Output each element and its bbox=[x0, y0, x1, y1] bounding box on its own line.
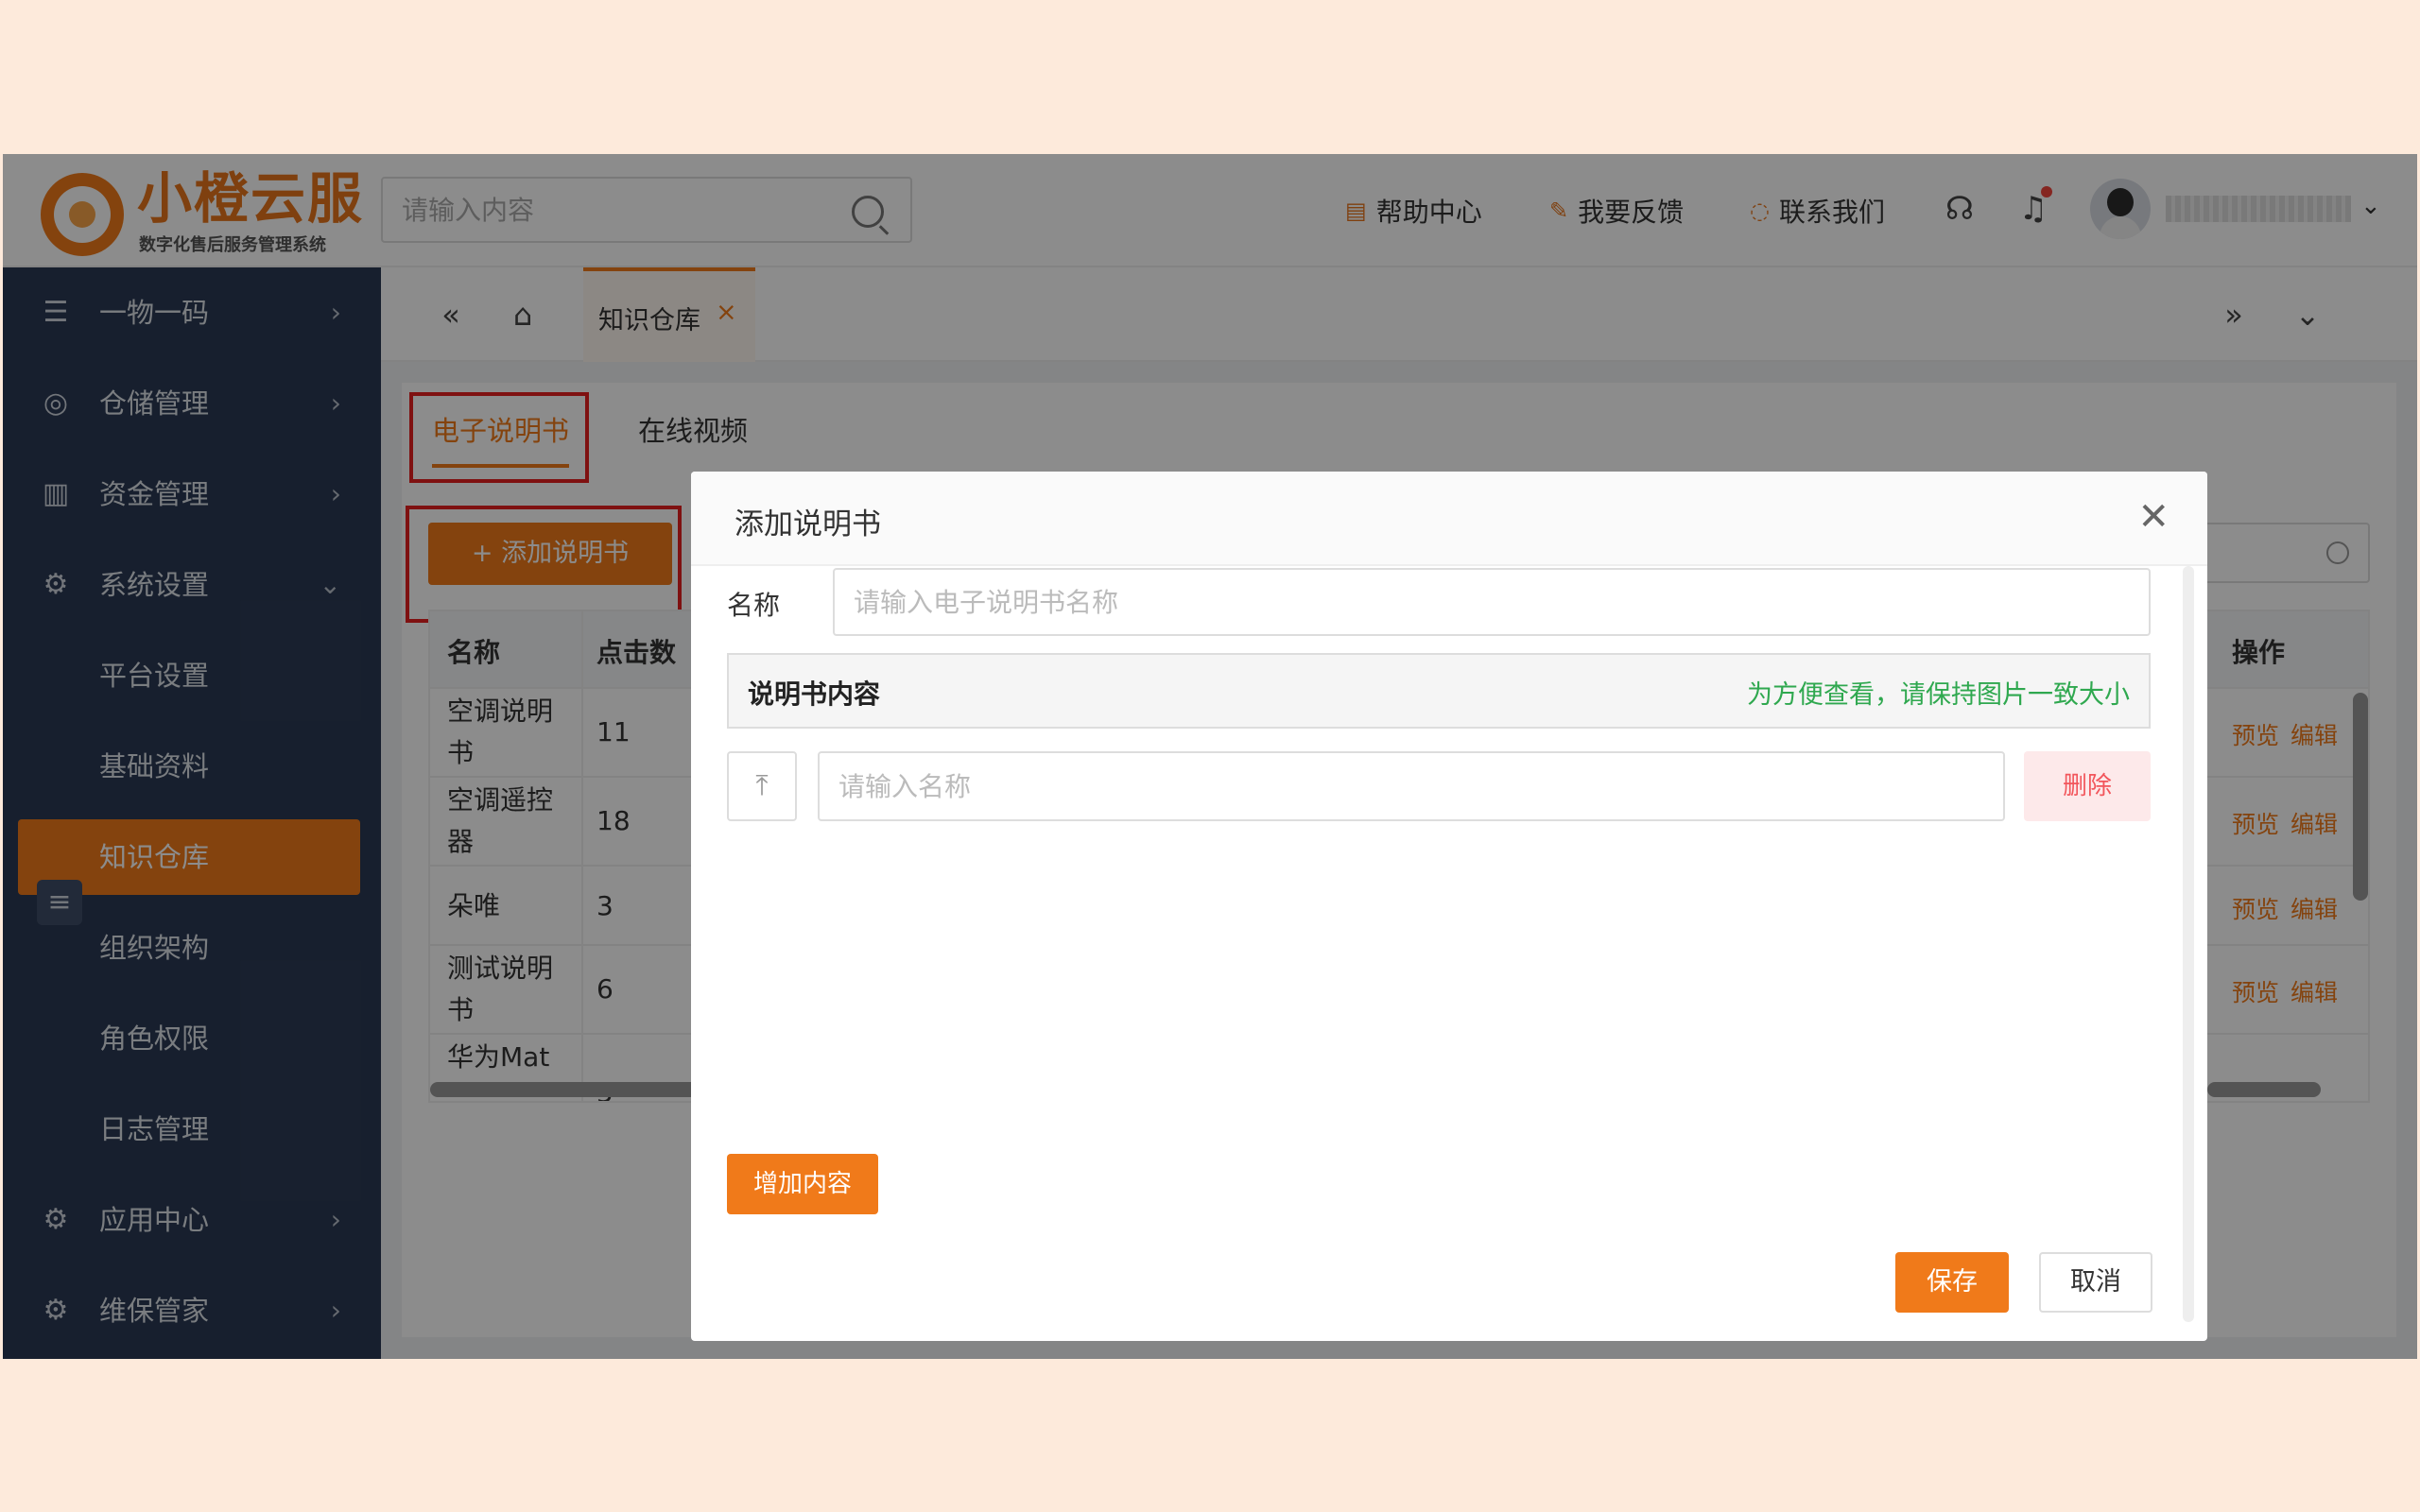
name-label: 名称 bbox=[727, 590, 781, 621]
add-content-button[interactable]: 增加内容 bbox=[727, 1154, 878, 1214]
content-hint: 为方便查看，请保持图片一致大小 bbox=[1747, 680, 2130, 710]
content-label: 说明书内容 bbox=[748, 679, 881, 710]
dialog-header: 添加说明书 ✕ bbox=[691, 472, 2207, 566]
upload-icon[interactable]: ⤒ bbox=[727, 751, 797, 821]
delete-button[interactable]: 删除 bbox=[2024, 751, 2151, 821]
dialog-title: 添加说明书 bbox=[735, 507, 881, 541]
close-icon[interactable]: ✕ bbox=[2137, 496, 2169, 538]
dialog-scrollbar[interactable] bbox=[2183, 566, 2194, 1322]
add-manual-dialog: 添加说明书 ✕ 名称 说明书内容 为方便查看，请保持图片一致大小 ⤒ 删除 增加… bbox=[691, 472, 2207, 1341]
app-window: 小橙云服 数字化售后服务管理系统 ▤ 帮助中心 ✎ 我要反馈 ◌ 联系我们 ☊ … bbox=[3, 154, 2417, 1359]
manual-name-input[interactable] bbox=[833, 568, 2151, 636]
save-button[interactable]: 保存 bbox=[1895, 1252, 2009, 1313]
content-section-header: 说明书内容 为方便查看，请保持图片一致大小 bbox=[727, 653, 2151, 729]
content-name-input[interactable] bbox=[818, 751, 2005, 821]
cancel-button[interactable]: 取消 bbox=[2039, 1252, 2152, 1313]
